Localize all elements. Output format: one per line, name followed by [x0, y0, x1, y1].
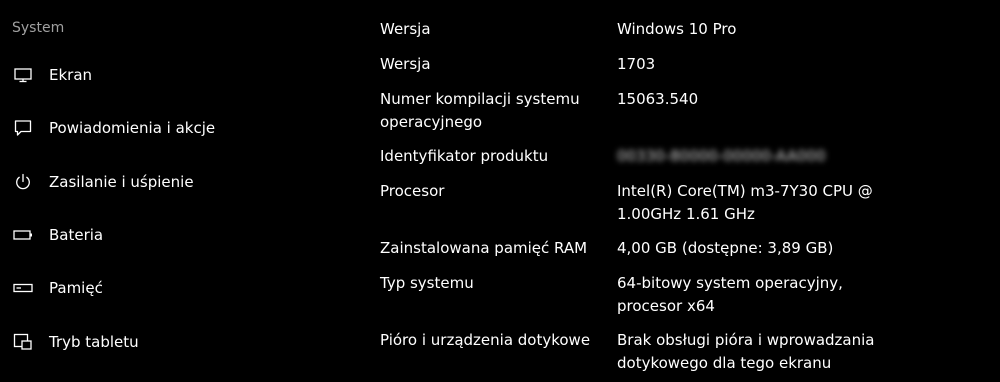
pen-touch-value-line: dotykowego dla tego ekranu [617, 354, 832, 372]
build-value: 15063.540 [617, 90, 699, 108]
system-type-value-line: procesor x64 [617, 297, 715, 315]
edition-value: Windows 10 Pro [617, 20, 737, 38]
ram-label: Zainstalowana pamięć RAM [380, 239, 588, 257]
sidebar: System Ekran Powiadomienia i akcje Zasil… [0, 0, 360, 382]
sidebar-item-tryb-tabletu[interactable]: Tryb tabletu [0, 322, 340, 362]
version-value: 1703 [617, 55, 656, 73]
build-label: Numer kompilacji systemu operacyjnego [380, 88, 605, 134]
build-label-line: Numer kompilacji systemu [380, 90, 580, 108]
system-type-label: Typ systemu [380, 274, 474, 292]
product-id-value: 00330-80000-00000-AA000 [617, 147, 826, 165]
pen-touch-value: Brak obsługi pióra i wprowadzania dotyko… [617, 329, 977, 375]
battery-icon [12, 224, 34, 246]
sidebar-item-bateria[interactable]: Bateria [0, 215, 340, 255]
sidebar-item-label: Powiadomienia i akcje [49, 119, 216, 137]
processor-label: Procesor [380, 182, 445, 200]
sidebar-title: System [12, 20, 65, 36]
sidebar-item-label: Tryb tabletu [49, 333, 139, 351]
sidebar-item-label: Pamięć [49, 279, 103, 297]
edition-label: Wersja [380, 20, 431, 38]
processor-value-line: Intel(R) Core(TM) m3-7Y30 CPU @ [617, 182, 873, 200]
system-type-value-line: 64-bitowy system operacyjny, [617, 274, 843, 292]
version-label: Wersja [380, 55, 431, 73]
sidebar-item-zasilanie[interactable]: Zasilanie i uśpienie [0, 162, 340, 202]
power-icon [12, 171, 34, 193]
notification-icon [12, 117, 34, 139]
sidebar-item-powiadomienia[interactable]: Powiadomienia i akcje [0, 108, 340, 148]
storage-icon [12, 277, 34, 299]
system-type-value: 64-bitowy system operacyjny, procesor x6… [617, 272, 977, 318]
processor-value-line: 1.00GHz 1.61 GHz [617, 205, 755, 223]
pen-touch-value-line: Brak obsługi pióra i wprowadzania [617, 331, 875, 349]
sidebar-item-pamiec[interactable]: Pamięć [0, 268, 340, 308]
processor-value: Intel(R) Core(TM) m3-7Y30 CPU @ 1.00GHz … [617, 180, 977, 226]
tablet-mode-icon [12, 331, 34, 353]
build-label-line: operacyjnego [380, 113, 483, 131]
ram-value: 4,00 GB (dostępne: 3,89 GB) [617, 239, 834, 257]
sidebar-item-label: Ekran [49, 66, 93, 84]
sidebar-item-ekran[interactable]: Ekran [0, 55, 340, 95]
pen-touch-label: Pióro i urządzenia dotykowe [380, 331, 591, 349]
product-id-label: Identyfikator produktu [380, 147, 549, 165]
device-specifications: Wersja Windows 10 Pro Wersja 1703 Numer … [380, 0, 990, 382]
sidebar-item-label: Bateria [49, 226, 104, 244]
sidebar-item-label: Zasilanie i uśpienie [49, 173, 194, 191]
monitor-icon [12, 64, 34, 86]
